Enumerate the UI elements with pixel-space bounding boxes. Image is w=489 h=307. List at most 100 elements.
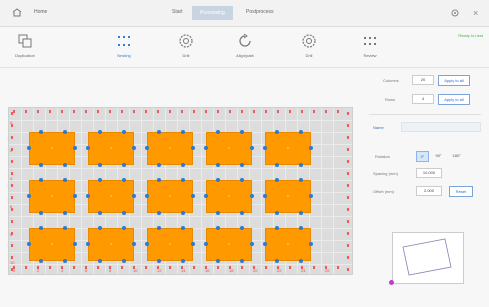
- anchor-point[interactable]: [86, 146, 90, 150]
- anchor-point[interactable]: [299, 226, 303, 230]
- anchor-point[interactable]: [216, 259, 220, 263]
- nested-sheet[interactable]: 1: [265, 132, 311, 165]
- anchor-point[interactable]: [39, 259, 43, 263]
- anchor-point[interactable]: [299, 259, 303, 263]
- rows-input[interactable]: 4: [412, 94, 434, 104]
- anchor-point[interactable]: [250, 194, 254, 198]
- anchor-point[interactable]: [181, 211, 185, 215]
- home-icon[interactable]: [12, 8, 22, 17]
- anchor-point[interactable]: [63, 226, 67, 230]
- anchor-point[interactable]: [181, 226, 185, 230]
- anchor-point[interactable]: [240, 130, 244, 134]
- anchor-point[interactable]: [299, 130, 303, 134]
- anchor-point[interactable]: [73, 194, 77, 198]
- anchor-point[interactable]: [275, 226, 279, 230]
- anchor-point[interactable]: [204, 194, 208, 198]
- anchor-point[interactable]: [86, 194, 90, 198]
- nested-sheet[interactable]: 1: [29, 180, 75, 213]
- anchor-point[interactable]: [145, 242, 149, 246]
- anchor-point[interactable]: [63, 178, 67, 182]
- anchor-point[interactable]: [157, 226, 161, 230]
- anchor-point[interactable]: [240, 178, 244, 182]
- anchor-point[interactable]: [63, 130, 67, 134]
- anchor-point[interactable]: [275, 211, 279, 215]
- nested-sheet[interactable]: 1: [147, 132, 193, 165]
- anchor-point[interactable]: [240, 163, 244, 167]
- anchor-point[interactable]: [299, 163, 303, 167]
- anchor-point[interactable]: [216, 178, 220, 182]
- anchor-point[interactable]: [98, 178, 102, 182]
- nested-sheet[interactable]: 1: [88, 228, 134, 261]
- spacing-input[interactable]: 10.000: [416, 168, 442, 178]
- anchor-point[interactable]: [122, 259, 126, 263]
- nested-sheet[interactable]: 1: [206, 228, 252, 261]
- anchor-point[interactable]: [98, 211, 102, 215]
- anchor-point[interactable]: [145, 194, 149, 198]
- name-input[interactable]: [401, 122, 481, 132]
- anchor-point[interactable]: [216, 163, 220, 167]
- anchor-point[interactable]: [27, 194, 31, 198]
- tool-drill-2[interactable]: Drill: [286, 31, 332, 58]
- anchor-point[interactable]: [275, 130, 279, 134]
- anchor-point[interactable]: [39, 178, 43, 182]
- anchor-point[interactable]: [98, 259, 102, 263]
- anchor-point[interactable]: [181, 130, 185, 134]
- home-label[interactable]: Home: [34, 9, 47, 15]
- rotation-option-180[interactable]: 180°: [451, 151, 462, 160]
- nested-sheet[interactable]: 1: [206, 180, 252, 213]
- anchor-point[interactable]: [309, 194, 313, 198]
- anchor-point[interactable]: [63, 211, 67, 215]
- anchor-point[interactable]: [275, 163, 279, 167]
- anchor-point[interactable]: [204, 242, 208, 246]
- anchor-point[interactable]: [240, 226, 244, 230]
- tab-processing[interactable]: Processing: [192, 6, 233, 20]
- anchor-point[interactable]: [39, 130, 43, 134]
- nested-sheet[interactable]: 1: [88, 180, 134, 213]
- anchor-point[interactable]: [39, 226, 43, 230]
- nested-sheet[interactable]: 1: [206, 132, 252, 165]
- anchor-point[interactable]: [132, 194, 136, 198]
- anchor-point[interactable]: [39, 163, 43, 167]
- anchor-point[interactable]: [204, 146, 208, 150]
- anchor-point[interactable]: [122, 178, 126, 182]
- anchor-point[interactable]: [240, 211, 244, 215]
- tab-postprocess[interactable]: Postprocess: [246, 9, 274, 15]
- apply-columns-button[interactable]: Apply to all: [438, 75, 470, 86]
- anchor-point[interactable]: [122, 130, 126, 134]
- anchor-point[interactable]: [216, 226, 220, 230]
- anchor-point[interactable]: [98, 130, 102, 134]
- anchor-point[interactable]: [181, 259, 185, 263]
- nested-sheet[interactable]: 1: [29, 228, 75, 261]
- tab-start[interactable]: Start: [172, 9, 183, 15]
- anchor-point[interactable]: [122, 211, 126, 215]
- offset-input[interactable]: 2.000: [416, 186, 442, 196]
- anchor-point[interactable]: [73, 146, 77, 150]
- anchor-point[interactable]: [309, 146, 313, 150]
- anchor-point[interactable]: [250, 146, 254, 150]
- nested-sheet[interactable]: 1: [147, 180, 193, 213]
- anchor-point[interactable]: [191, 146, 195, 150]
- anchor-point[interactable]: [191, 242, 195, 246]
- anchor-point[interactable]: [157, 163, 161, 167]
- anchor-point[interactable]: [27, 242, 31, 246]
- rotation-option-90[interactable]: 90°: [433, 151, 444, 160]
- anchor-point[interactable]: [63, 259, 67, 263]
- anchor-point[interactable]: [309, 242, 313, 246]
- anchor-point[interactable]: [157, 130, 161, 134]
- anchor-point[interactable]: [98, 226, 102, 230]
- apply-rows-button[interactable]: Apply to all: [438, 94, 470, 105]
- anchor-point[interactable]: [39, 211, 43, 215]
- anchor-point[interactable]: [299, 178, 303, 182]
- tool-nesting[interactable]: Nesting: [101, 31, 147, 58]
- anchor-point[interactable]: [145, 146, 149, 150]
- anchor-point[interactable]: [157, 178, 161, 182]
- nested-sheet[interactable]: 1: [265, 228, 311, 261]
- tool-review[interactable]: Review: [347, 31, 393, 58]
- close-icon[interactable]: ×: [473, 8, 478, 18]
- anchor-point[interactable]: [191, 194, 195, 198]
- gear-icon[interactable]: [450, 8, 460, 18]
- tool-duplication[interactable]: Duplication: [2, 31, 48, 58]
- anchor-point[interactable]: [250, 242, 254, 246]
- anchor-point[interactable]: [157, 211, 161, 215]
- anchor-point[interactable]: [132, 242, 136, 246]
